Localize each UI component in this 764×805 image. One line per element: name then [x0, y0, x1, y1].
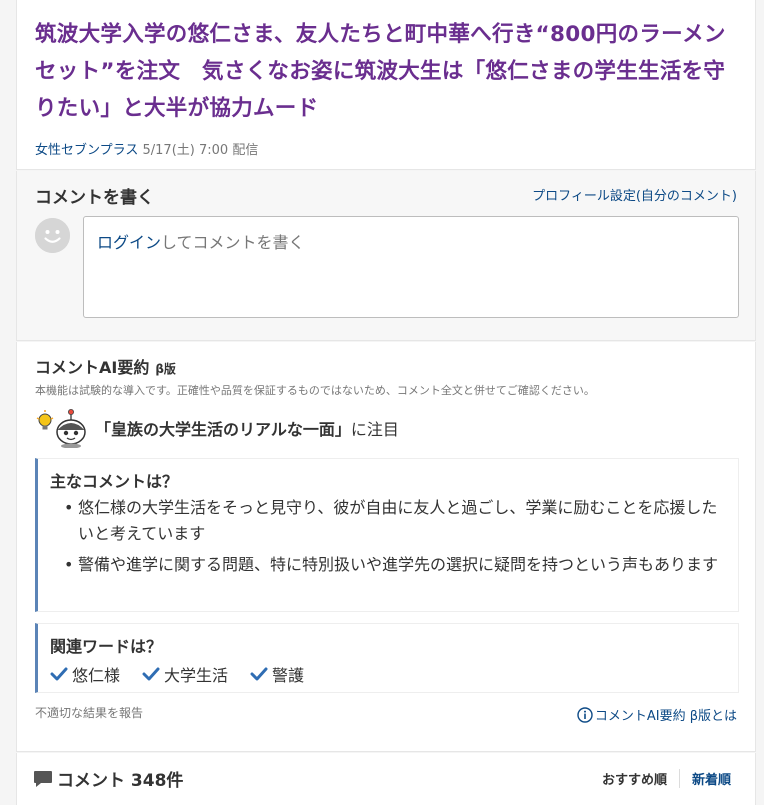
mascot-icon: [36, 409, 86, 448]
ai-summary-title-text: コメントAI要約: [35, 358, 150, 377]
page: 筑波大学入学の悠仁さま、友人たちと町中華へ行き“800円のラーメンセット”を注文…: [0, 0, 764, 805]
related-words-title: 関連ワードは？: [50, 637, 163, 656]
sort-recommended-tab[interactable]: おすすめ順: [602, 769, 680, 788]
sort-tabs: おすすめ順 新着順: [602, 769, 731, 788]
beta-badge: β版: [155, 362, 176, 376]
avatar: [35, 218, 70, 253]
comments-count: コメント 348件: [57, 771, 184, 791]
list-item: 悠仁様の大学生活をそっと見守り、彼が自由に友人と過ごし、学業に励むことを応援した…: [50, 495, 726, 547]
related-word: 警護: [250, 662, 304, 686]
ai-summary-section: コメントAI要約 β版 本機能は試験的な導入です。正確性や品質を保証するものではな…: [16, 342, 756, 752]
comments-header: コメント 348件 おすすめ順 新着順: [16, 753, 756, 805]
main-comments-list: 悠仁様の大学生活をそっと見守り、彼が自由に友人と過ごし、学業に励むことを応援した…: [50, 495, 726, 578]
checkmark-icon: [142, 667, 160, 681]
info-icon: [577, 706, 593, 723]
ai-disclaimer: 本機能は試験的な導入です。正確性や品質を保証するものではないため、コメント全文と…: [35, 384, 595, 397]
publish-label: 配信: [232, 143, 259, 158]
smiley-avatar-icon: [35, 218, 70, 253]
about-ai-summary-label: コメントAI要約 β版とは: [594, 709, 737, 724]
focus-text: 「皇族の大学生活のリアルな一面」に注目: [95, 416, 399, 440]
report-link[interactable]: 不適切な結果を報告: [35, 704, 143, 721]
article-meta: 女性セブンプラス 5/17(土) 7:00 配信: [35, 139, 737, 158]
related-words-box: 関連ワードは？ 悠仁様 大学生活 警護: [35, 623, 739, 693]
profile-settings-link[interactable]: プロフィール設定(自分のコメント): [532, 185, 737, 204]
focus-row: 「皇族の大学生活のリアルな一面」に注目: [35, 408, 399, 448]
related-word-label: 警護: [272, 666, 305, 685]
comment-bubble-icon: [34, 770, 52, 787]
focus-suffix: に注目: [350, 420, 399, 439]
main-comments-title: 主なコメントは？: [50, 472, 179, 491]
focus-quote: 「皇族の大学生活のリアルな一面」: [95, 420, 351, 439]
login-link[interactable]: ログイン: [97, 233, 161, 252]
publish-date: 5/17(土) 7:00: [142, 143, 229, 158]
checkmark-icon: [250, 667, 268, 681]
source-link[interactable]: 女性セブンプラス: [35, 143, 138, 158]
list-item: 警備や進学に関する問題、特に特別扱いや進学先の選択に疑問を持つという声もあります: [50, 552, 726, 578]
checkmark-icon: [50, 667, 68, 681]
related-word-label: 大学生活: [164, 666, 229, 685]
main-comments-box: 主なコメントは？ 悠仁様の大学生活をそっと見守り、彼が自由に友人と過ごし、学業に…: [35, 458, 739, 612]
about-ai-summary-link[interactable]: コメントAI要約 β版とは: [577, 705, 737, 724]
related-word: 大学生活: [142, 662, 228, 686]
article-headline[interactable]: 筑波大学入学の悠仁さま、友人たちと町中華へ行き“800円のラーメンセット”を注文…: [35, 16, 737, 127]
comment-write-title: コメントを書く: [35, 188, 154, 208]
comment-input[interactable]: ログインしてコメントを書く: [83, 216, 739, 318]
sort-newest-tab[interactable]: 新着順: [680, 769, 731, 788]
comment-prompt-text: してコメントを書く: [161, 233, 305, 252]
comment-write-section: コメントを書く プロフィール設定(自分のコメント) ログインしてコメントを書く: [16, 171, 756, 341]
related-word-label: 悠仁様: [72, 666, 121, 685]
article-header: 筑波大学入学の悠仁さま、友人たちと町中華へ行き“800円のラーメンセット”を注文…: [16, 0, 756, 170]
comments-title: コメント 348件: [33, 766, 183, 791]
related-word: 悠仁様: [50, 662, 120, 686]
ai-summary-title: コメントAI要約 β版: [35, 354, 176, 378]
related-words-list: 悠仁様 大学生活 警護: [50, 662, 726, 686]
